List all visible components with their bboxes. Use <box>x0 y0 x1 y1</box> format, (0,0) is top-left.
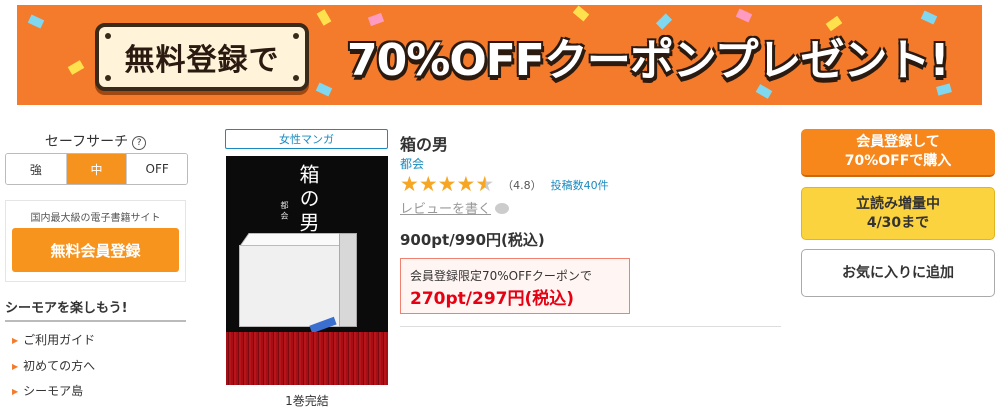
write-review-label: レビューを書く <box>400 202 492 217</box>
buy-button-line2: 70%OFFで購入 <box>844 153 952 169</box>
cover-red-band <box>226 332 388 385</box>
help-icon[interactable]: ? <box>132 136 147 150</box>
plate-rivet <box>293 75 299 81</box>
confetti <box>27 14 45 29</box>
confetti <box>572 5 590 22</box>
register-caption: 国内最大級の電子書籍サイト <box>30 213 161 224</box>
star-icon: ★ <box>400 172 419 196</box>
safe-search-option-strong[interactable]: 強 <box>6 154 67 184</box>
divider <box>5 320 186 322</box>
arrow-right-icon: ▶ <box>12 387 19 396</box>
register-box: 国内最大級の電子書籍サイト 無料会員登録 <box>5 200 186 282</box>
author-link[interactable]: 都会 <box>400 155 424 172</box>
safe-search-option-off[interactable]: OFF <box>127 154 187 184</box>
book-title: 箱の男 <box>400 135 449 154</box>
campaign-banner[interactable]: 無料登録で 70%OFFクーポンプレゼント! <box>17 5 982 105</box>
banner-headline: 70%OFFクーポンプレゼント! <box>347 35 950 86</box>
star-icon: ★ <box>456 172 476 196</box>
tachiyomi-button[interactable]: 立読み増量中 4/30まで <box>801 187 995 240</box>
book-cover[interactable]: 箱の男 都 会 <box>226 156 388 385</box>
half-star-icon: ★ <box>475 172 495 196</box>
cover-box-front <box>239 245 341 327</box>
banner-plate: 無料登録で <box>95 23 309 91</box>
safe-search-option-medium[interactable]: 中 <box>66 154 128 184</box>
arrow-right-icon: ▶ <box>12 362 19 371</box>
plate-rivet <box>105 75 111 81</box>
star-icon: ★ <box>437 172 457 196</box>
coupon-price: 270pt/297円(税込) <box>410 289 575 309</box>
safe-search-toggle: 強 中 OFF <box>5 153 188 185</box>
write-review-link[interactable]: レビューを書く <box>400 198 510 217</box>
sidebar-link-beginners[interactable]: ▶ 初めての方へ <box>12 357 95 374</box>
speech-bubble-icon <box>495 203 510 214</box>
star-icon: ★ <box>418 172 438 196</box>
volume-note: 1巻完結 <box>285 394 329 408</box>
add-to-favorites-button[interactable]: お気に入りに追加 <box>801 249 995 297</box>
confetti <box>315 82 333 97</box>
tachiyomi-line1: 立読み増量中 <box>856 195 940 212</box>
confetti <box>316 9 332 26</box>
genre-tag[interactable]: 女性マンガ <box>225 129 388 149</box>
review-count-link[interactable]: 投稿数40件 <box>551 177 609 193</box>
coupon-caption: 会員登録限定70%OFFクーポンで <box>410 269 592 283</box>
price: 900pt/990円(税込) <box>400 231 545 249</box>
safe-search-label: セーフサーチ <box>44 134 129 150</box>
plate-rivet <box>293 33 299 39</box>
sidebar-link-guide[interactable]: ▶ ご利用ガイド <box>12 331 95 348</box>
divider <box>400 326 781 327</box>
rating-value: （4.8） <box>502 178 542 192</box>
cover-box-side <box>339 233 357 327</box>
sidebar-link-label: ご利用ガイド <box>23 333 96 347</box>
sidebar-link-island[interactable]: ▶ シーモア島 <box>12 382 83 399</box>
rating-row: ★ ★ ★ ★ ★ （4.8） 投稿数40件 <box>400 174 609 195</box>
sidebar-link-label: シーモア島 <box>23 384 84 398</box>
arrow-right-icon: ▶ <box>12 336 19 345</box>
register-and-buy-button[interactable]: 会員登録して 70%OFFで購入 <box>801 129 995 177</box>
free-register-button[interactable]: 無料会員登録 <box>12 228 179 272</box>
coupon-box: 会員登録限定70%OFFクーポンで 270pt/297円(税込) <box>400 258 630 314</box>
enjoy-heading: シーモアを楽しもう! <box>5 301 128 316</box>
plate-rivet <box>105 33 111 39</box>
confetti <box>67 60 85 75</box>
cover-title: 箱の男 <box>296 164 320 236</box>
banner-plate-text: 無料登録で <box>124 43 280 78</box>
safe-search-title: セーフサーチ? <box>5 131 186 151</box>
tachiyomi-line2: 4/30まで <box>866 214 930 231</box>
sidebar-link-label: 初めての方へ <box>23 359 96 373</box>
cover-author: 都 会 <box>280 201 289 220</box>
buy-button-line1: 会員登録して <box>856 134 940 150</box>
